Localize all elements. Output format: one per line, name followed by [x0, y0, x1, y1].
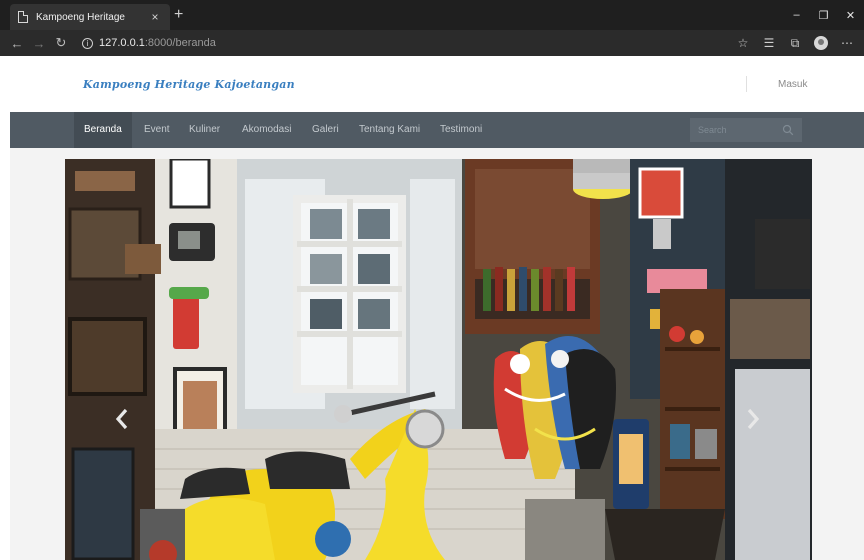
nav-item-kuliner[interactable]: Kuliner [189, 112, 220, 148]
nav-item-tentang-kami[interactable]: Tentang Kami [359, 112, 420, 148]
header-divider [746, 76, 747, 92]
nav-item-akomodasi[interactable]: Akomodasi [242, 112, 291, 148]
page-icon [18, 11, 28, 23]
nav-item-testimoni[interactable]: Testimoni [440, 112, 482, 148]
url-host: 127.0.0.1 [99, 37, 145, 49]
main-content [10, 148, 864, 560]
site-info-icon[interactable]: i [82, 37, 93, 49]
more-menu-icon[interactable]: ⋯ [834, 36, 860, 50]
carousel-next-button[interactable] [738, 399, 768, 439]
main-navbar: Beranda Event Kuliner Akomodasi Galeri T… [10, 112, 864, 148]
back-button[interactable]: ← [6, 36, 28, 51]
carousel-prev-button[interactable] [107, 399, 137, 439]
profile-avatar[interactable] [814, 36, 828, 50]
url-field[interactable]: i 127.0.0.1:8000/beranda [82, 37, 730, 49]
nav-item-event[interactable]: Event [144, 112, 170, 148]
new-tab-button[interactable]: + [174, 6, 183, 24]
window-controls: – ❐ ✕ [783, 0, 864, 30]
nav-item-beranda[interactable]: Beranda [74, 112, 132, 148]
collections-icon[interactable]: ⧉ [782, 36, 808, 51]
chevron-left-icon [115, 408, 128, 430]
login-link[interactable]: Masuk [778, 79, 807, 90]
search-icon[interactable] [782, 124, 794, 136]
forward-button[interactable]: → [28, 36, 50, 51]
tab-close-icon[interactable]: × [148, 10, 162, 24]
tab-title: Kampoeng Heritage [36, 11, 125, 23]
address-bar: ← → ↻ i 127.0.0.1:8000/beranda ☆ ☰ ⧉ ⋯ [0, 30, 864, 56]
browser-tab-bar: Kampoeng Heritage × + – ❐ ✕ [0, 0, 864, 30]
nav-item-galeri[interactable]: Galeri [312, 112, 339, 148]
search-box [690, 118, 802, 142]
url-path: :8000/beranda [144, 37, 216, 49]
restore-button[interactable]: ❐ [810, 9, 837, 22]
carousel-image [65, 159, 812, 560]
favorite-star-icon[interactable]: ☆ [730, 36, 756, 50]
search-input[interactable] [698, 125, 782, 135]
favorites-icon[interactable]: ☰ [756, 36, 782, 50]
close-window-button[interactable]: ✕ [837, 9, 864, 22]
site-header: Kampoeng Heritage Kajoetangan Masuk [0, 56, 864, 112]
reload-button[interactable]: ↻ [50, 35, 72, 51]
address-bar-actions: ☆ ☰ ⧉ ⋯ [730, 36, 864, 51]
hero-carousel[interactable] [65, 159, 812, 560]
site-logo[interactable]: Kampoeng Heritage Kajoetangan [83, 78, 295, 91]
minimize-button[interactable]: – [783, 9, 810, 21]
browser-tab[interactable]: Kampoeng Heritage × [10, 4, 170, 30]
chevron-right-icon [747, 408, 760, 430]
